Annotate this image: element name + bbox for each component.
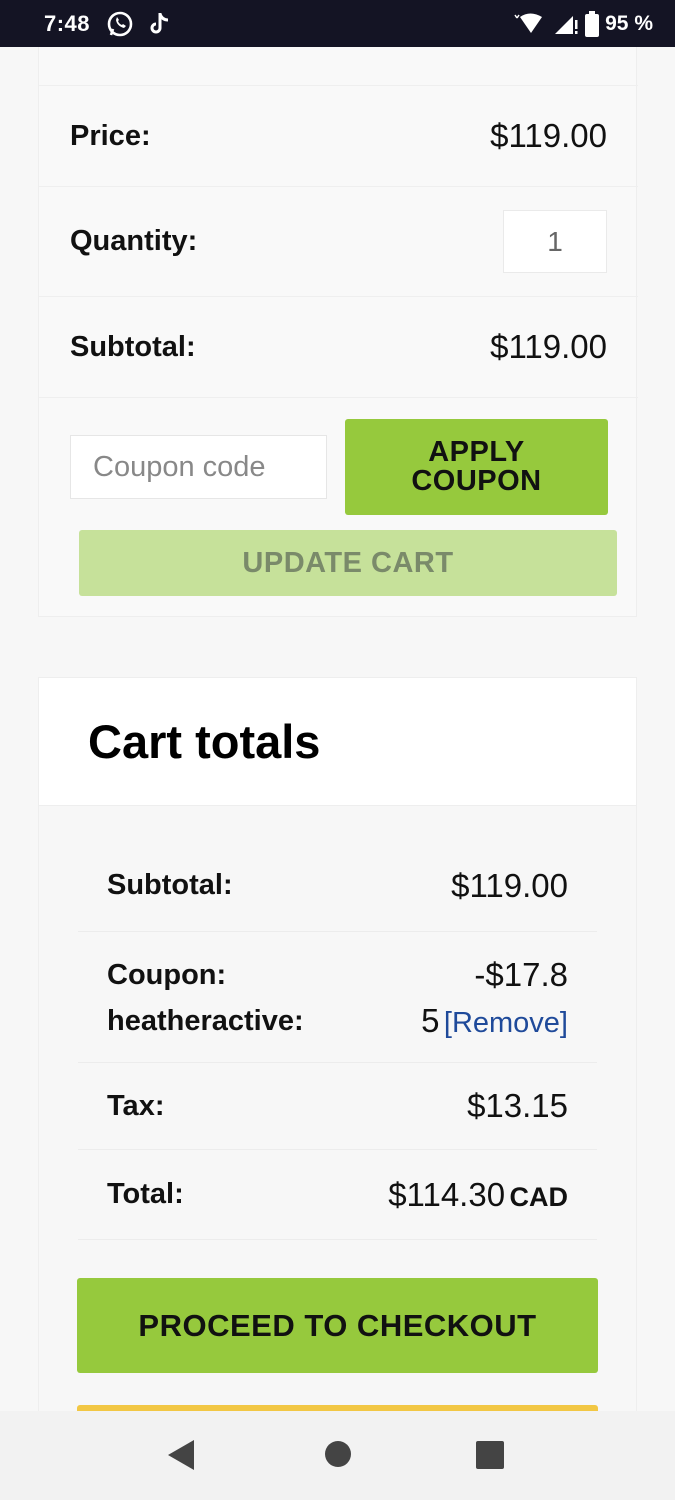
subtotal-row: Subtotal: $119.00 <box>39 297 638 398</box>
subtotal-label: Subtotal: <box>70 330 196 363</box>
totals-currency: CAD <box>509 1181 569 1212</box>
navigation-bar <box>0 1411 675 1500</box>
battery-icon <box>585 10 600 37</box>
totals-subtotal-value: $119.00 <box>451 866 568 904</box>
totals-subtotal-row: Subtotal: $119.00 <box>78 840 597 932</box>
apply-coupon-button[interactable]: APPLY COUPON <box>345 419 608 515</box>
status-bar: 7:48 95 % <box>0 0 675 47</box>
update-cart-button[interactable]: UPDATE CART <box>79 530 617 596</box>
status-right: 95 % <box>511 10 653 37</box>
status-time: 7:48 <box>44 10 91 36</box>
tiktok-icon <box>148 11 172 37</box>
whatsapp-icon <box>106 10 134 38</box>
totals-total-row: Total: $114.30 CAD <box>78 1150 597 1240</box>
quantity-input[interactable]: 1 <box>503 210 607 273</box>
cart-item-card: Price: $119.00 Quantity: 1 Subtotal: $11… <box>38 47 638 617</box>
price-value: $119.00 <box>490 117 607 154</box>
totals-total-label: Total: <box>107 1178 184 1210</box>
price-row: Price: $119.00 <box>39 85 638 187</box>
update-cart-label: UPDATE CART <box>242 546 454 579</box>
quantity-value: 1 <box>547 225 563 257</box>
totals-total-value: $114.30 <box>388 1175 506 1213</box>
totals-coupon-label: Coupon: heatheractive: <box>107 959 304 1037</box>
quantity-label: Quantity: <box>70 225 198 257</box>
status-app-icons <box>106 10 172 38</box>
cart-totals-header: Cart totals <box>38 677 637 806</box>
coupon-placeholder: Coupon code <box>93 450 266 483</box>
checkout-label: PROCEED TO CHECKOUT <box>138 1307 537 1343</box>
subtotal-value: $119.00 <box>490 328 607 365</box>
recent-apps-icon[interactable] <box>476 1441 504 1469</box>
coupon-discount-line1: -$17.8 <box>474 956 568 993</box>
coupon-code-input[interactable]: Coupon code <box>70 435 327 499</box>
totals-tax-label: Tax: <box>107 1089 165 1122</box>
home-icon[interactable] <box>324 1440 352 1468</box>
coupon-discount-line2: 5 <box>421 1002 440 1039</box>
cart-totals-title: Cart totals <box>88 715 321 768</box>
quantity-row: Quantity: 1 <box>39 187 638 297</box>
totals-subtotal-label: Subtotal: <box>107 869 233 901</box>
apply-coupon-label-line1: APPLY <box>428 436 525 468</box>
wifi-icon <box>511 12 547 36</box>
price-label: Price: <box>70 119 151 152</box>
proceed-to-checkout-button[interactable]: PROCEED TO CHECKOUT <box>77 1278 598 1373</box>
back-icon[interactable] <box>168 1440 196 1470</box>
apply-coupon-label-line2: COUPON <box>411 465 542 497</box>
totals-coupon-row: Coupon: heatheractive: -$17.8 5 [Remove] <box>78 932 597 1063</box>
totals-total-value-group: $114.30 CAD <box>388 1176 568 1214</box>
totals-coupon-value: -$17.8 5 [Remove] <box>409 952 568 1051</box>
totals-tax-row: Tax: $13.15 <box>78 1063 597 1150</box>
signal-icon <box>553 12 579 36</box>
remove-coupon-link[interactable]: [Remove] <box>444 1007 568 1039</box>
totals-tax-value: $13.15 <box>467 1087 568 1124</box>
battery-percent: 95 % <box>605 11 653 35</box>
